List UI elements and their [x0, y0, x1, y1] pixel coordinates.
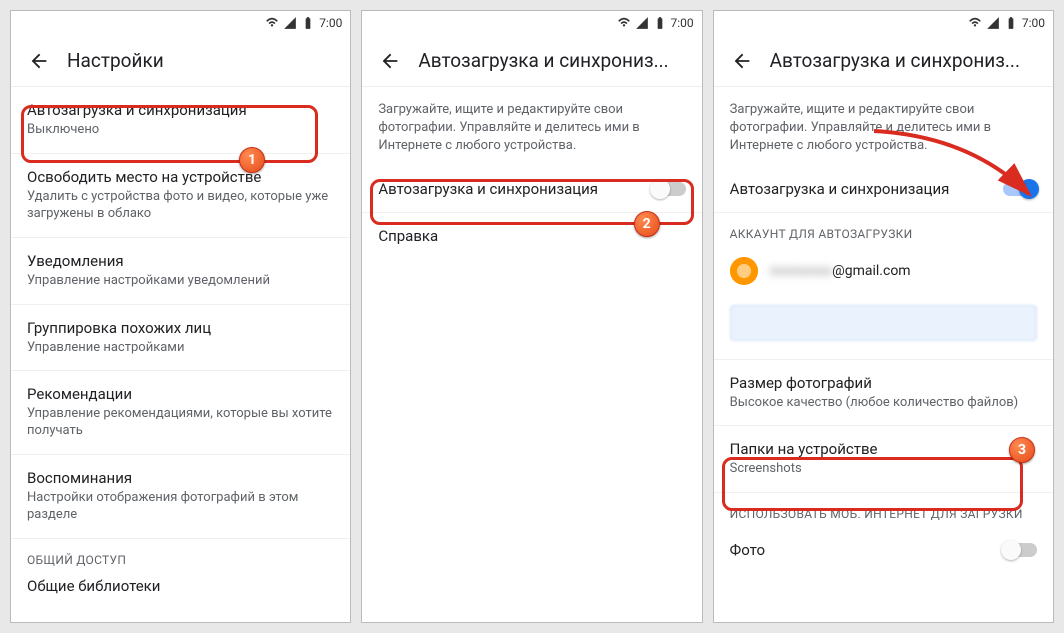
- settings-item-backup-sync[interactable]: Автозагрузка и синхронизация Выключено: [11, 87, 350, 154]
- battery-icon: [653, 16, 667, 30]
- item-title: Воспоминания: [27, 469, 334, 487]
- screen-settings: 7:00 Настройки Автозагрузка и синхрониза…: [10, 10, 351, 623]
- badge-1: 1: [239, 147, 265, 173]
- item-title: Папки на устройстве: [730, 440, 1037, 458]
- wifi-icon: [265, 16, 279, 30]
- toggle-label: Фото: [730, 541, 1003, 559]
- back-button[interactable]: [370, 41, 410, 81]
- statusbar-time: 7:00: [671, 16, 694, 30]
- settings-item-recommendations[interactable]: Рекомендации Управление рекомендациями, …: [11, 371, 350, 455]
- page-title: Автозагрузка и синхрониз...: [770, 49, 1045, 72]
- wifi-icon: [968, 16, 982, 30]
- upload-size-item[interactable]: Размер фотографий Высокое качество (любо…: [714, 360, 1053, 427]
- item-title: Освободить место на устройстве: [27, 168, 334, 186]
- screen-backup-on: 7:00 Автозагрузка и синхрониз... Загружа…: [713, 10, 1054, 623]
- statusbar: 7:00: [11, 11, 350, 35]
- item-title: Рекомендации: [27, 385, 334, 403]
- statusbar: 7:00: [714, 11, 1053, 35]
- avatar: [730, 257, 758, 285]
- wifi-icon: [617, 16, 631, 30]
- section-header-mobile: ИСПОЛЬЗОВАТЬ МОБ. ИНТЕРНЕТ ДЛЯ ЗАГРУЗКИ: [714, 493, 1053, 527]
- screen-backup-off: 7:00 Автозагрузка и синхрониз... Загружа…: [361, 10, 702, 623]
- signal-icon: [986, 16, 1000, 30]
- item-subtitle: Удалить с устройства фото и видео, котор…: [27, 189, 334, 223]
- account-info-box: [730, 305, 1037, 341]
- mobile-photo-switch[interactable]: [1003, 543, 1037, 557]
- page-title: Автозагрузка и синхрониз...: [418, 49, 693, 72]
- settings-item-free-space[interactable]: Освободить место на устройстве Удалить с…: [11, 154, 350, 238]
- arrow-left-icon: [28, 50, 50, 72]
- page-title: Настройки: [67, 49, 342, 72]
- badge-2: 2: [634, 211, 660, 237]
- settings-item-shared-libraries[interactable]: Общие библиотеки: [11, 573, 350, 609]
- item-subtitle: Управление настройками: [27, 340, 334, 357]
- arrow-left-icon: [379, 50, 401, 72]
- settings-item-notifications[interactable]: Уведомления Управление настройками уведо…: [11, 238, 350, 305]
- device-folders-item[interactable]: Папки на устройстве Screenshots: [714, 426, 1053, 493]
- statusbar-time: 7:00: [1022, 16, 1045, 30]
- statusbar: 7:00: [362, 11, 701, 35]
- signal-icon: [635, 16, 649, 30]
- battery-icon: [301, 16, 315, 30]
- back-button[interactable]: [19, 41, 59, 81]
- back-button[interactable]: [722, 41, 762, 81]
- item-subtitle: Настройки отображения фотографий в этом …: [27, 490, 334, 524]
- item-title: Группировка похожих лиц: [27, 319, 334, 337]
- backup-sync-toggle-row[interactable]: Автозагрузка и синхронизация: [362, 166, 701, 213]
- item-subtitle: Управление настройками уведомлений: [27, 273, 334, 290]
- item-title: Общие библиотеки: [27, 577, 334, 595]
- item-title: Автозагрузка и синхронизация: [27, 101, 334, 119]
- appbar: Автозагрузка и синхрониз...: [714, 35, 1053, 87]
- toggle-label: Автозагрузка и синхронизация: [378, 180, 651, 198]
- arrow-annotation: [869, 126, 1054, 216]
- item-title: Уведомления: [27, 252, 334, 270]
- backup-sync-switch[interactable]: [652, 182, 686, 196]
- battery-icon: [1004, 16, 1018, 30]
- settings-item-face-grouping[interactable]: Группировка похожих лиц Управление настр…: [11, 305, 350, 372]
- backup-account[interactable]: xxxxxxxxx@gmail.com: [714, 247, 1053, 305]
- item-subtitle: Управление рекомендациями, которые вы хо…: [27, 406, 334, 440]
- mobile-photo-toggle-row[interactable]: Фото: [714, 527, 1053, 573]
- statusbar-time: 7:00: [319, 16, 342, 30]
- item-title: Размер фотографий: [730, 374, 1037, 392]
- arrow-left-icon: [731, 50, 753, 72]
- section-header-account: АККАУНТ ДЛЯ АВТОЗАГРУЗКИ: [714, 213, 1053, 247]
- appbar: Настройки: [11, 35, 350, 87]
- signal-icon: [283, 16, 297, 30]
- backup-description: Загружайте, ищите и редактируйте свои фо…: [362, 87, 701, 166]
- appbar: Автозагрузка и синхрониз...: [362, 35, 701, 87]
- account-email: xxxxxxxxx@gmail.com: [770, 263, 911, 279]
- section-header-sharing: ОБЩИЙ ДОСТУП: [11, 539, 350, 573]
- settings-item-memories[interactable]: Воспоминания Настройки отображения фотог…: [11, 455, 350, 539]
- badge-3: 3: [1009, 437, 1035, 463]
- item-subtitle: Screenshots: [730, 461, 1037, 478]
- item-subtitle: Выключено: [27, 122, 334, 139]
- item-subtitle: Высокое качество (любое количество файло…: [730, 395, 1037, 412]
